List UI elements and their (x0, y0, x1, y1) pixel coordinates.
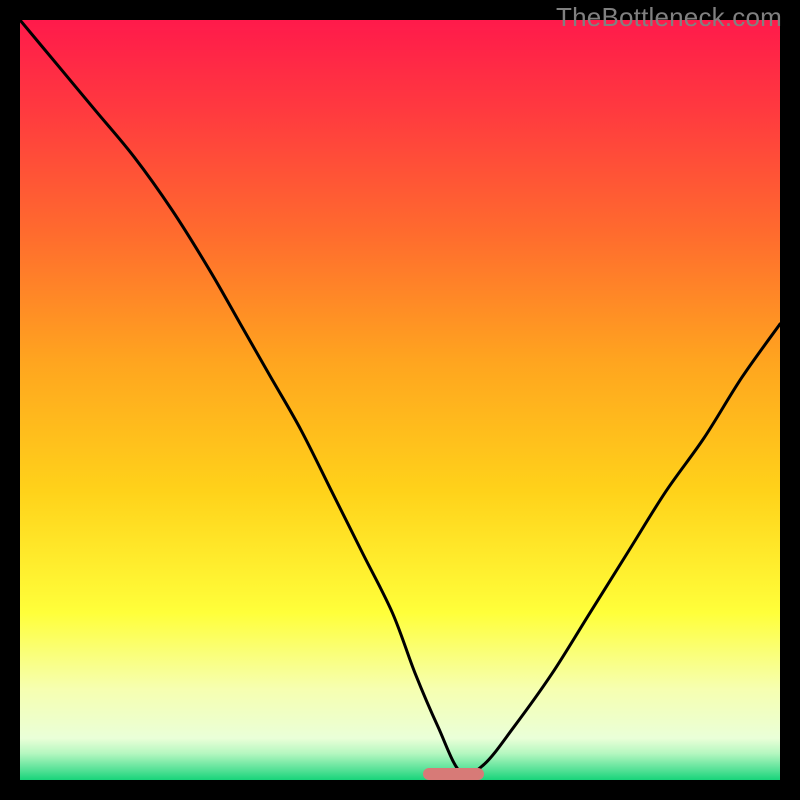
optimum-marker (423, 768, 484, 780)
watermark-text: TheBottleneck.com (556, 2, 782, 33)
gradient-background (20, 20, 780, 780)
plot-canvas (20, 20, 780, 780)
chart-frame (20, 20, 780, 780)
